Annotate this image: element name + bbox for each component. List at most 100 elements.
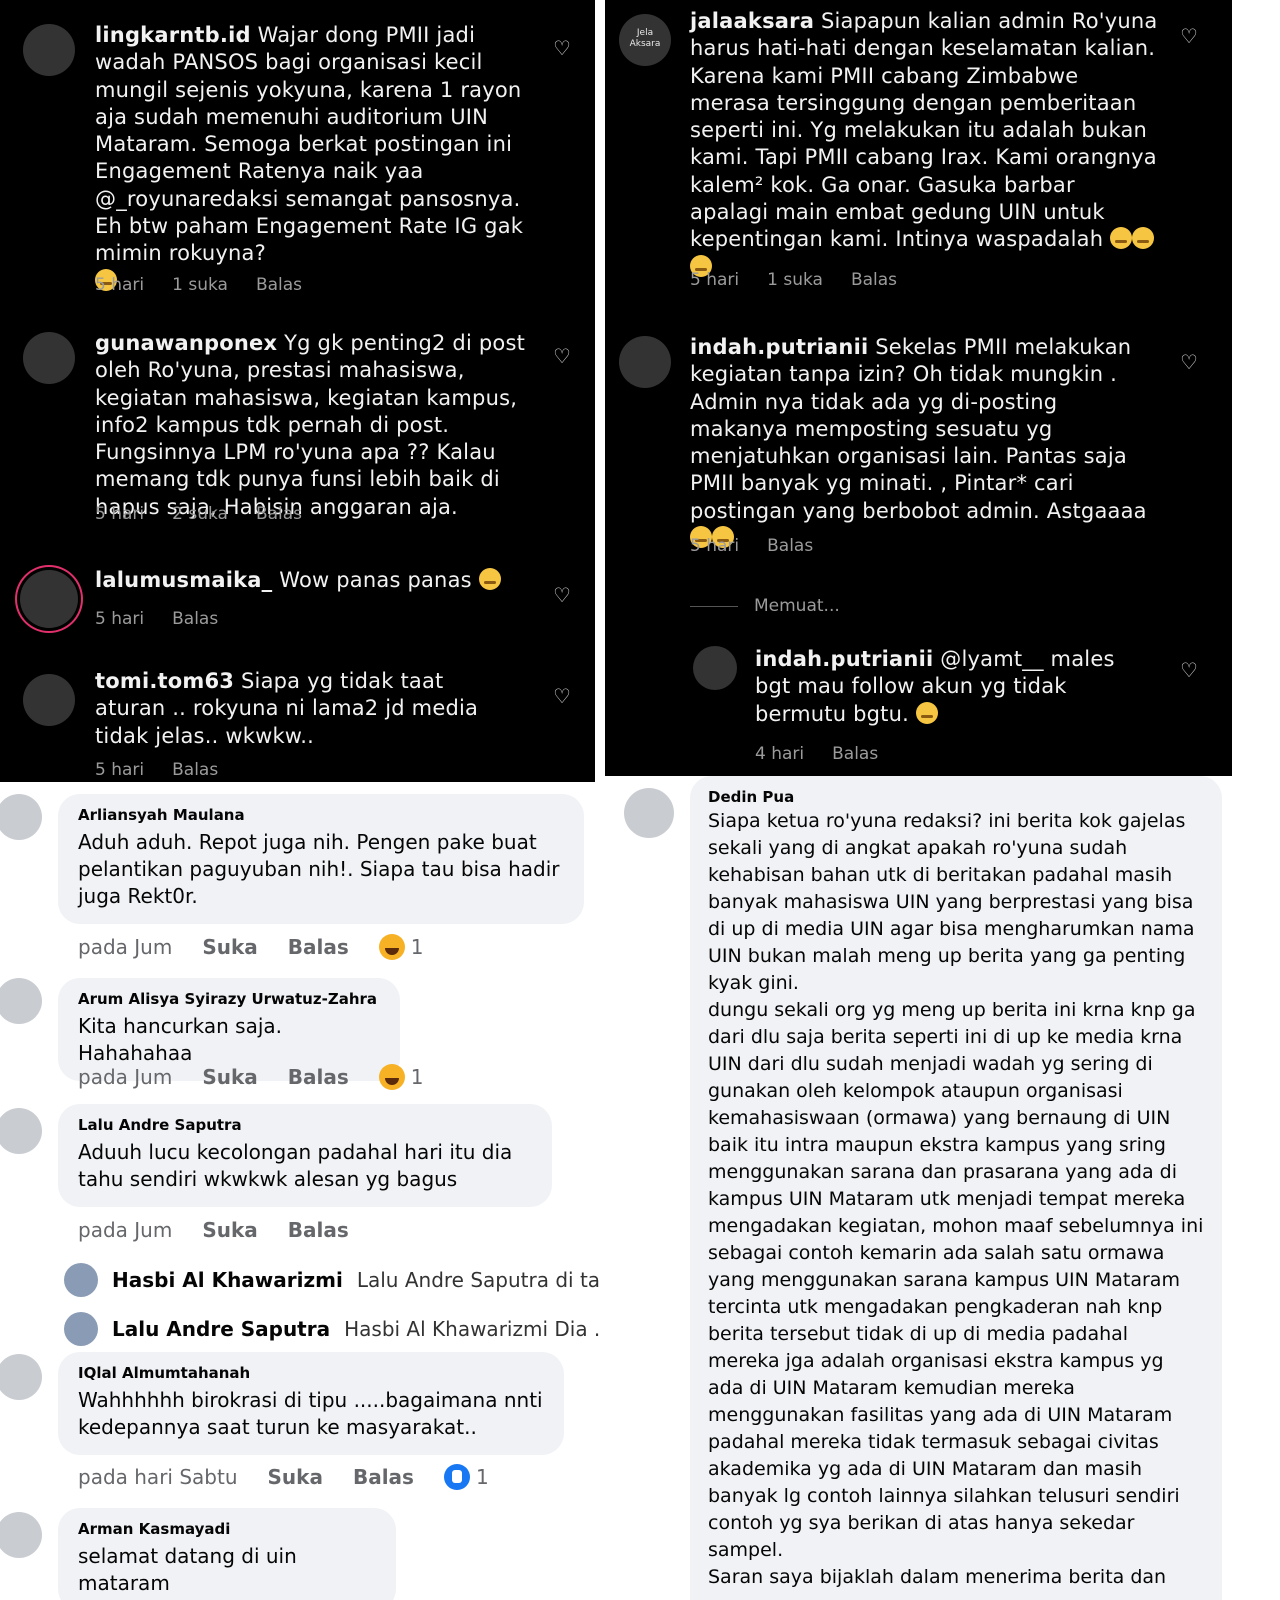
avatar[interactable] xyxy=(23,332,75,384)
avatar-logo-text: Jela Aksara xyxy=(629,28,661,49)
reply-button[interactable]: Balas xyxy=(353,1465,414,1489)
instagram-comments-left: lingkarntb.id Wajar dong PMII jadi wadah… xyxy=(0,0,595,782)
heart-icon[interactable]: ♡ xyxy=(553,684,571,708)
like-count[interactable]: 2 suka xyxy=(172,504,228,524)
ig-username[interactable]: tomi.tom63 xyxy=(95,669,234,693)
comment-meta: 5 hari Balas xyxy=(95,760,218,780)
like-button[interactable]: Suka xyxy=(202,935,257,959)
avatar[interactable] xyxy=(0,794,42,840)
comment-meta: 5 hari Balas xyxy=(95,609,218,629)
ig-username[interactable]: gunawanponex xyxy=(95,331,277,355)
comment-text: Aduuh lucu kecolongan padahal hari itu d… xyxy=(78,1140,513,1191)
like-count[interactable]: 1 suka xyxy=(767,270,823,290)
grin-sweat-emoji-icon xyxy=(915,701,938,724)
reply-button[interactable]: Balas xyxy=(767,536,813,556)
instagram-comments-right: Jela Aksara jalaaksara Siapapun kalian a… xyxy=(605,0,1232,776)
reply-button[interactable]: Balas xyxy=(288,1218,349,1242)
reply-preview[interactable]: Lalu Andre Saputra Hasbi Al Khawarizmi D… xyxy=(64,1312,600,1346)
commenter-name[interactable]: Arman Kasmayadi xyxy=(78,1520,376,1538)
loading-more: Memuat... xyxy=(690,596,840,616)
ig-comment: Jela Aksara jalaaksara Siapapun kalian a… xyxy=(605,0,1232,310)
comment-time: pada Jum xyxy=(78,1065,173,1089)
comment-text: selamat datang di uin mataram xyxy=(78,1544,297,1595)
avatar[interactable] xyxy=(693,646,737,690)
reaction-count[interactable]: 1 xyxy=(378,934,424,960)
avatar[interactable] xyxy=(0,1512,42,1558)
avatar[interactable] xyxy=(619,336,671,388)
comment-text: Siapa ketua ro'yuna redaksi? ini berita … xyxy=(708,810,1195,994)
ig-username[interactable]: lalumusmaika_ xyxy=(95,568,272,592)
heart-icon[interactable]: ♡ xyxy=(553,583,571,607)
comment-time: 5 hari xyxy=(95,504,145,524)
reply-button[interactable]: Balas xyxy=(851,270,897,290)
commenter-name[interactable]: Arliansyah Maulana xyxy=(78,806,564,824)
heart-icon[interactable]: ♡ xyxy=(553,36,571,60)
like-reaction-icon xyxy=(443,1464,470,1490)
ig-username[interactable]: lingkarntb.id xyxy=(95,23,251,47)
fb-comment: IQlal Almumtahanah Wahhhhhh birokrasi di… xyxy=(0,1346,600,1490)
kiss-emoji-icon xyxy=(1110,227,1133,250)
reply-button[interactable]: Balas xyxy=(256,504,302,524)
reply-author[interactable]: Lalu Andre Saputra xyxy=(112,1317,330,1341)
reply-snippet: Hasbi Al Khawarizmi Dia ... xyxy=(344,1317,600,1341)
avatar[interactable] xyxy=(0,978,42,1024)
haha-reaction-icon xyxy=(378,934,405,960)
avatar[interactable] xyxy=(23,674,75,726)
comment-meta: 5 hari Balas xyxy=(690,536,813,556)
heart-icon[interactable]: ♡ xyxy=(1180,350,1198,374)
avatar[interactable] xyxy=(624,788,674,838)
ig-username[interactable]: indah.putrianii xyxy=(690,335,868,359)
fb-comment: Arum Alisya Syirazy Urwatuz-Zahra Kita h… xyxy=(0,972,600,1090)
reaction-count[interactable]: 1 xyxy=(378,1064,424,1090)
like-button[interactable]: Suka xyxy=(268,1465,323,1489)
avatar[interactable] xyxy=(23,24,75,76)
avatar xyxy=(64,1263,98,1297)
reply-author[interactable]: Hasbi Al Khawarizmi xyxy=(112,1268,343,1292)
reply-button[interactable]: Balas xyxy=(288,1065,349,1089)
reply-button[interactable]: Balas xyxy=(256,275,302,295)
reply-button[interactable]: Balas xyxy=(288,935,349,959)
comment-bubble: IQlal Almumtahanah Wahhhhhh birokrasi di… xyxy=(58,1352,564,1455)
heart-icon[interactable]: ♡ xyxy=(1180,24,1198,48)
heart-icon[interactable]: ♡ xyxy=(553,344,571,368)
comment-actions: pada Jum Suka Balas 1 xyxy=(78,1064,424,1090)
avatar[interactable]: Jela Aksara xyxy=(619,14,671,66)
ig-username[interactable]: jalaaksara xyxy=(690,9,814,33)
loading-text: Memuat... xyxy=(754,596,840,616)
ig-comment: lingkarntb.id Wajar dong PMII jadi wadah… xyxy=(0,0,595,310)
comment-time: 5 hari xyxy=(690,536,740,556)
like-count[interactable]: 1 suka xyxy=(172,275,228,295)
comment-time: 5 hari xyxy=(95,609,145,629)
avatar[interactable] xyxy=(0,1108,42,1154)
reply-button[interactable]: Balas xyxy=(172,609,218,629)
ig-comment: indah.putrianii Sekelas PMII melakukan k… xyxy=(605,334,1232,564)
avatar[interactable] xyxy=(0,1354,42,1400)
like-button[interactable]: Suka xyxy=(202,1065,257,1089)
heart-icon[interactable]: ♡ xyxy=(1180,658,1198,682)
avatar[interactable] xyxy=(20,570,78,628)
fb-comment: Arman Kasmayadi selamat datang di uin ma… xyxy=(0,1502,600,1600)
commenter-name[interactable]: Lalu Andre Saputra xyxy=(78,1116,532,1134)
reply-button[interactable]: Balas xyxy=(832,744,878,764)
ig-comment: tomi.tom63 Siapa yg tidak taat aturan ..… xyxy=(0,668,595,782)
ig-comment-text: Sekelas PMII melakukan kegiatan tanpa iz… xyxy=(690,335,1147,523)
commenter-name[interactable]: Arum Alisya Syirazy Urwatuz-Zahra xyxy=(78,990,380,1008)
divider xyxy=(690,605,738,607)
ig-reply: indah.putrianii @lyamt__ males bgt mau f… xyxy=(605,646,1232,774)
comment-text: dungu sekali org yg meng up berita ini k… xyxy=(708,999,1204,1561)
reply-preview[interactable]: Hasbi Al Khawarizmi Lalu Andre Saputra d… xyxy=(64,1263,600,1297)
reaction-number: 1 xyxy=(410,1065,424,1089)
ig-comment-text: Yg gk penting2 di post oleh Ro'yuna, pre… xyxy=(95,331,526,519)
ig-username[interactable]: indah.putrianii xyxy=(755,647,933,671)
comment-meta: 5 hari 2 suka Balas xyxy=(95,504,302,524)
reaction-count[interactable]: 1 xyxy=(443,1464,489,1490)
comment-time: 5 hari xyxy=(95,275,145,295)
like-button[interactable]: Suka xyxy=(202,1218,257,1242)
commenter-name[interactable]: IQlal Almumtahanah xyxy=(78,1364,544,1382)
commenter-name[interactable]: Dedin Pua xyxy=(708,788,1204,806)
grin-sweat-emoji-icon xyxy=(478,568,501,590)
reply-button[interactable]: Balas xyxy=(172,760,218,780)
comment-text: Aduh aduh. Repot juga nih. Pengen pake b… xyxy=(78,830,560,908)
ig-comment-text: Wow panas panas xyxy=(279,568,472,592)
comment-time: pada hari Sabtu xyxy=(78,1465,238,1489)
